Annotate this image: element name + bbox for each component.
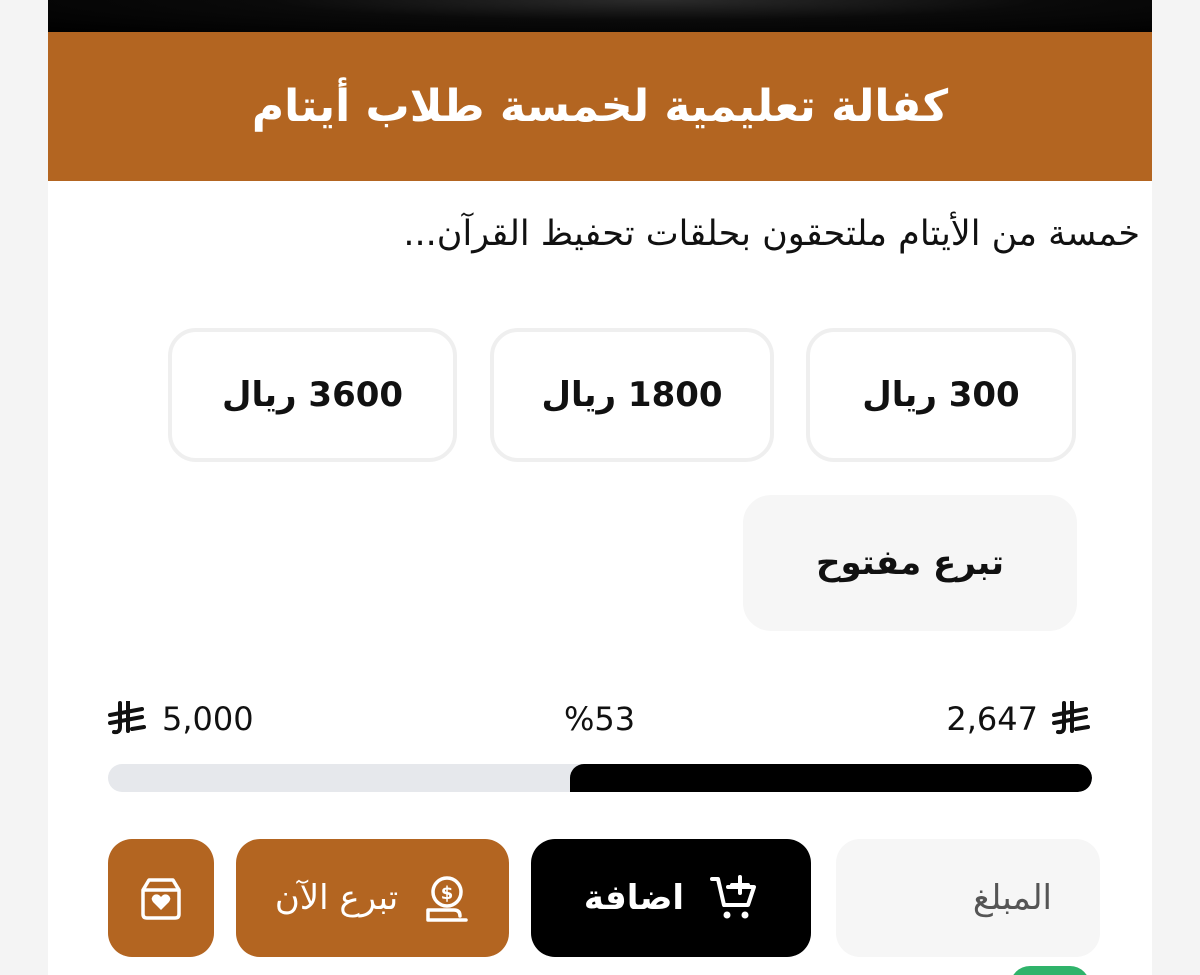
- saudi-riyal-icon: [1052, 701, 1090, 735]
- title-band: كفالة تعليمية لخمسة طلاب أيتام: [48, 32, 1152, 181]
- project-image: [48, 0, 1152, 32]
- add-to-cart-button[interactable]: اضافة: [531, 839, 811, 957]
- percent-value: %53: [564, 700, 636, 738]
- amount-option-label: 3600 ريال: [221, 375, 404, 415]
- progress-percent: %53: [564, 700, 635, 738]
- gift-button[interactable]: [108, 839, 214, 957]
- target-value: 5,000: [162, 700, 254, 738]
- collected-value: 2,647: [946, 700, 1038, 738]
- svg-text:$: $: [441, 883, 454, 904]
- floating-badge[interactable]: [1010, 966, 1090, 975]
- progress-bar: [108, 764, 1092, 792]
- collected-amount: 2,647: [946, 700, 1092, 738]
- page: كفالة تعليمية لخمسة طلاب أيتام خمسة من ا…: [0, 0, 1200, 975]
- amount-option-300[interactable]: 300 ريال: [806, 328, 1076, 462]
- amount-option-1800[interactable]: 1800 ريال: [490, 328, 774, 462]
- project-title: كفالة تعليمية لخمسة طلاب أيتام: [251, 81, 949, 132]
- project-card: كفالة تعليمية لخمسة طلاب أيتام: [48, 0, 1152, 975]
- amount-option-label: 1800 ريال: [541, 375, 723, 415]
- amount-option-label: 300 ريال: [862, 375, 1020, 415]
- saudi-riyal-icon: [108, 701, 146, 735]
- amount-option-3600[interactable]: 3600 ريال: [168, 328, 457, 462]
- add-label: اضافة: [583, 878, 685, 918]
- coin-hand-icon: $: [426, 876, 468, 922]
- donate-now-button[interactable]: $ تبرع الآن: [236, 839, 509, 957]
- target-amount: 5,000: [108, 700, 254, 738]
- progress-bar-fill: [570, 764, 1092, 792]
- amount-input[interactable]: [836, 839, 1100, 957]
- gift-box-heart-icon: [141, 878, 181, 920]
- donate-label: تبرع الآن: [274, 878, 399, 918]
- open-donation-label: تبرع مفتوح: [815, 543, 1005, 583]
- cart-plus-icon: [710, 875, 757, 919]
- open-donation-button[interactable]: تبرع مفتوح: [743, 495, 1077, 631]
- project-description: خمسة من الأيتام ملتحقون بحلقات تحفيظ الق…: [403, 214, 1140, 254]
